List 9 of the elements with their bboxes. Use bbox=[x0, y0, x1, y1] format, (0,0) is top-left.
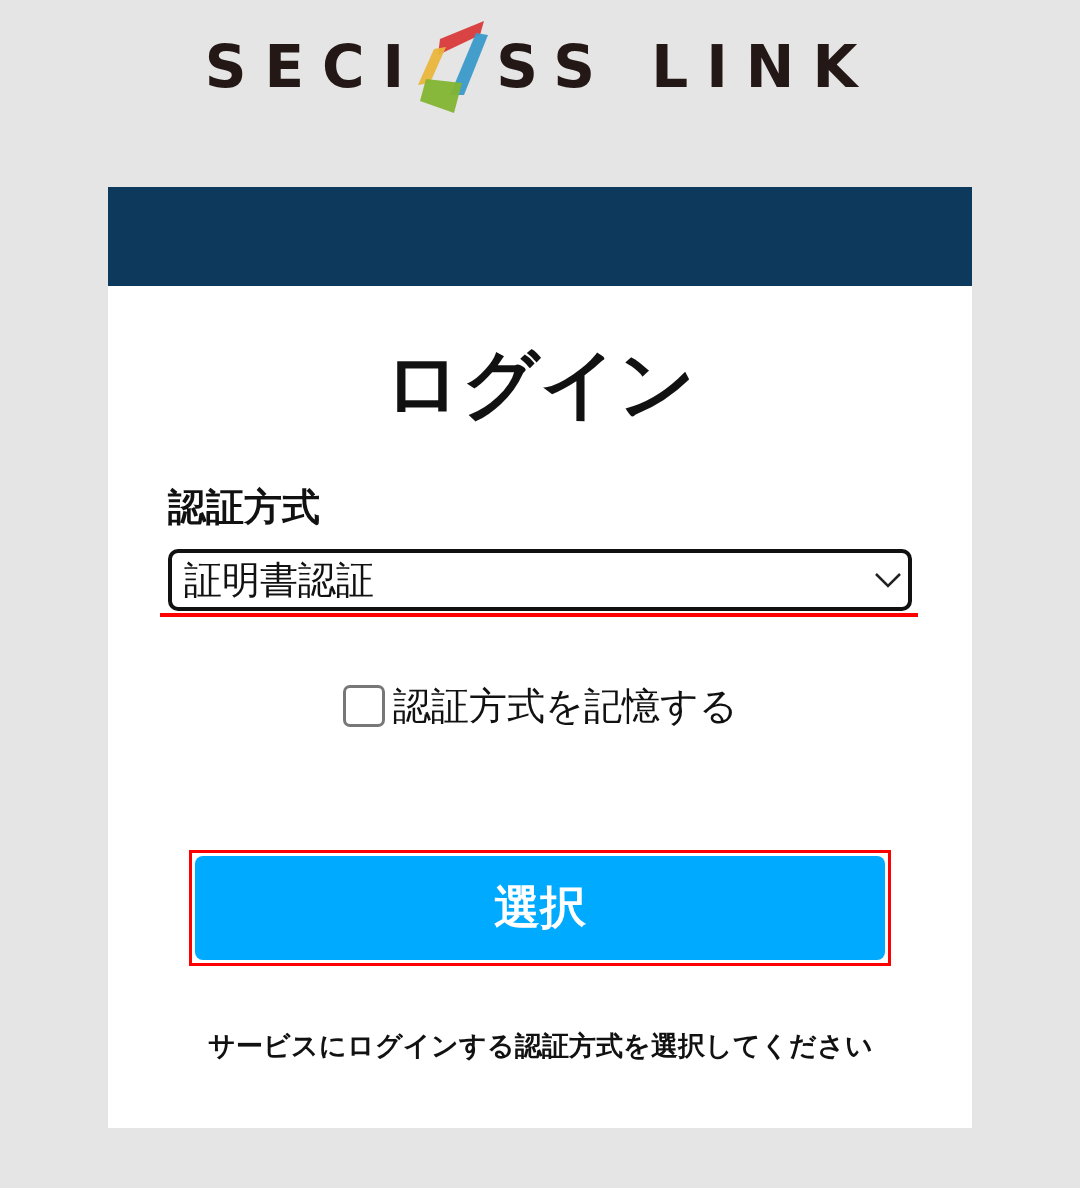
checkbox-label: 認証方式を記憶する bbox=[392, 682, 738, 730]
method-select[interactable]: 証明書認証 bbox=[168, 548, 912, 611]
chevron-down-icon bbox=[874, 571, 902, 588]
logo-text: SECI bbox=[204, 37, 423, 96]
page-title: ログイン bbox=[383, 338, 697, 430]
field-label: 認証方式 bbox=[168, 485, 321, 531]
logo-text: SS LINK bbox=[496, 37, 876, 96]
remember-checkbox[interactable] bbox=[342, 685, 385, 728]
instruction-text: サービスにログインする認証方式を選択してください bbox=[206, 1028, 874, 1063]
